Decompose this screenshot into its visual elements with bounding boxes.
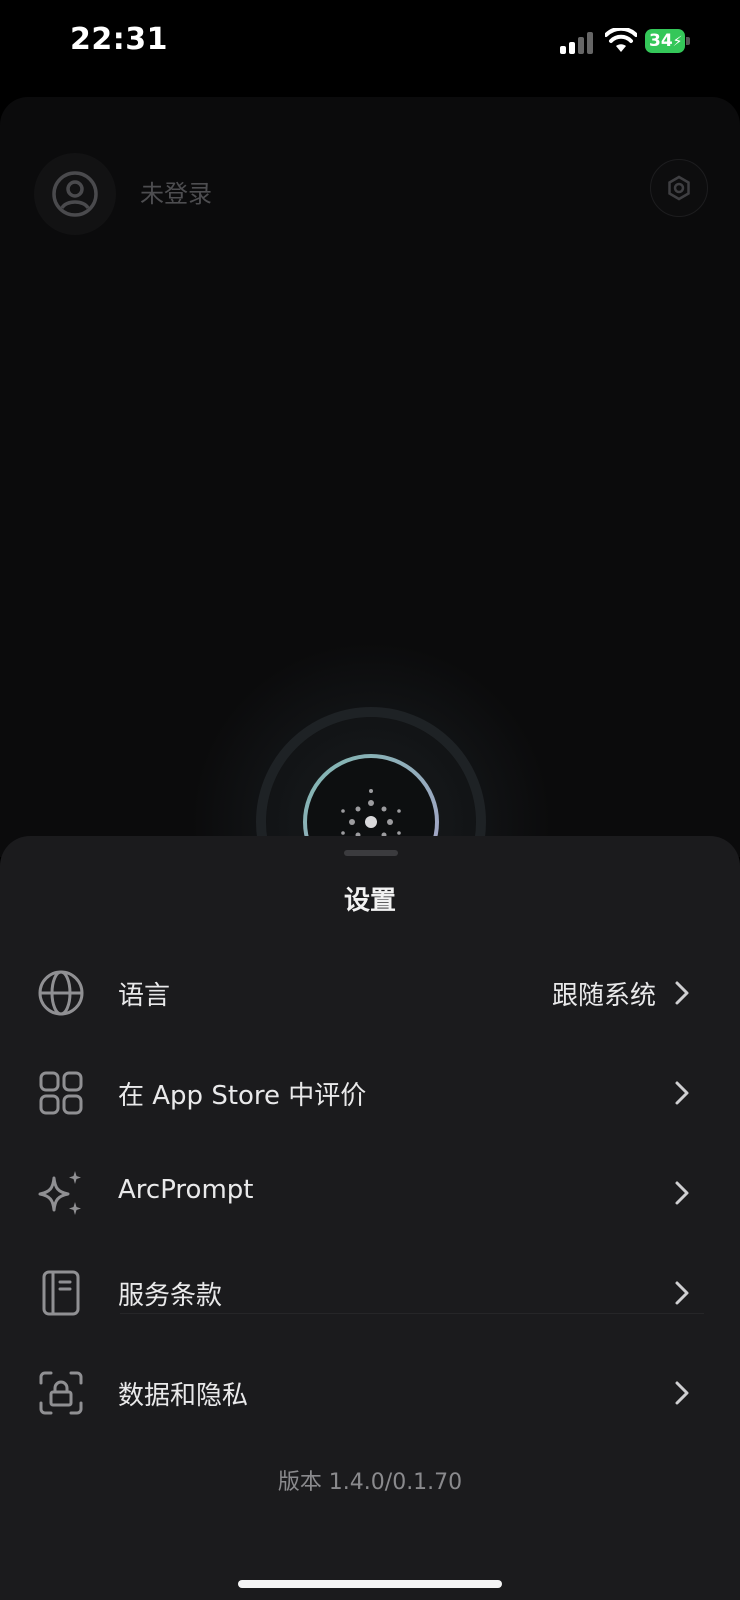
rate-app-store-row[interactable]: 在 App Store 中评价 <box>0 1046 740 1136</box>
status-time: 22:31 <box>70 22 168 57</box>
chevron-right-icon <box>675 1081 689 1105</box>
terms-of-service-row[interactable]: 服务条款 <box>0 1246 740 1336</box>
battery-icon: 34⚡ <box>645 29 691 53</box>
globe-icon <box>38 970 84 1016</box>
language-value: 跟随系统 <box>551 981 656 1011</box>
notebook-icon <box>42 1270 80 1316</box>
user-icon <box>52 171 98 217</box>
chevron-right-icon <box>675 1281 689 1305</box>
settings-button[interactable] <box>650 159 708 217</box>
settings-sheet: 设置 语言 跟随系统 在 App Store 中评价 ArcPrompt 服务条… <box>0 836 740 1600</box>
row-divider <box>120 1313 704 1314</box>
home-indicator[interactable] <box>238 1580 502 1588</box>
lock-scan-icon <box>39 1371 83 1415</box>
language-row[interactable]: 语言 跟随系统 <box>0 946 740 1036</box>
rate-app-store-label: 在 App Store 中评价 <box>118 1081 367 1111</box>
sheet-title: 设置 <box>343 886 396 916</box>
sparkles-icon <box>38 1171 81 1215</box>
wifi-icon <box>605 28 637 52</box>
chevron-right-icon <box>675 981 689 1005</box>
status-bar: 22:31 34⚡ <box>0 0 740 90</box>
voice-orb-icon[interactable] <box>186 637 556 857</box>
login-status[interactable]: 未登录 <box>140 174 212 209</box>
version-text: 版本 1.4.0/0.1.70 <box>277 1470 463 1495</box>
chevron-right-icon <box>675 1381 689 1405</box>
battery-level: 34 <box>649 31 673 51</box>
gear-icon <box>668 175 690 201</box>
home-card: 未登录 <box>0 97 740 857</box>
arcprompt-label: ArcPrompt <box>118 1175 254 1205</box>
language-label: 语言 <box>118 981 171 1011</box>
arcprompt-row[interactable]: ArcPrompt <box>0 1146 740 1236</box>
sheet-grabber[interactable] <box>344 850 398 856</box>
terms-of-service-label: 服务条款 <box>118 1281 223 1311</box>
chevron-right-icon <box>675 1181 689 1205</box>
data-privacy-row[interactable]: 数据和隐私 <box>0 1346 740 1436</box>
app-grid-icon <box>39 1071 83 1115</box>
data-privacy-label: 数据和隐私 <box>118 1381 249 1411</box>
cellular-signal-icon <box>560 32 594 54</box>
avatar-button[interactable] <box>34 153 116 235</box>
